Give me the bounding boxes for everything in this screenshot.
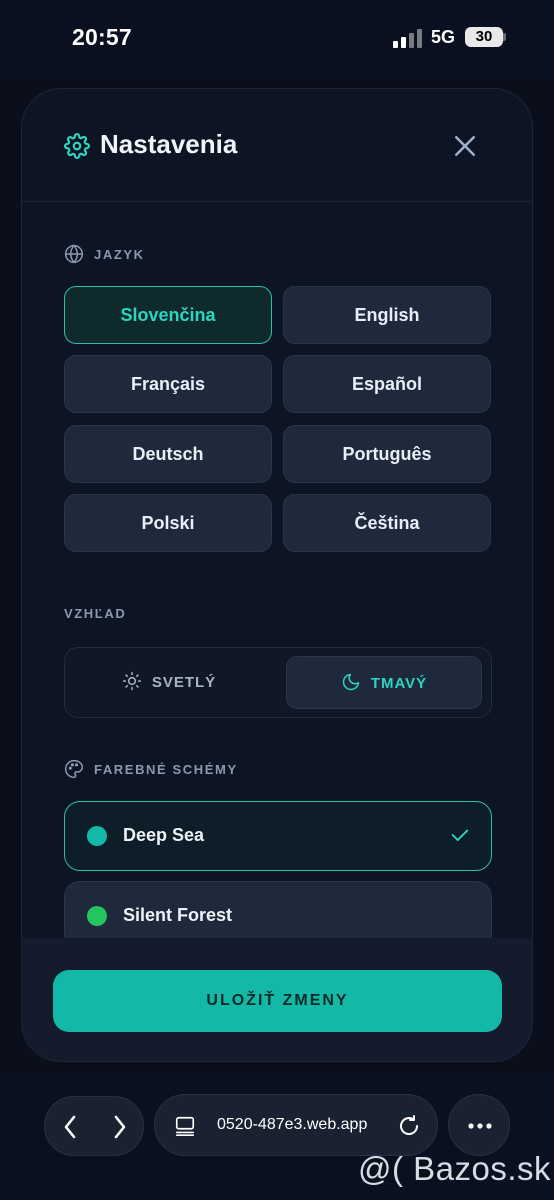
scheme-color-dot	[87, 826, 107, 846]
nav-buttons	[44, 1096, 144, 1156]
signal-icon	[393, 28, 423, 48]
settings-modal: Nastavenia JAZYK Slovenčina English Fran…	[21, 88, 533, 1062]
close-icon[interactable]	[450, 131, 480, 161]
language-option-deutsch[interactable]: Deutsch	[64, 425, 272, 483]
language-option-polski[interactable]: Polski	[64, 494, 272, 552]
scheme-name: Deep Sea	[123, 825, 205, 845]
language-option-slovencina[interactable]: Slovenčina	[64, 286, 272, 344]
modal-title: Nastavenia	[100, 129, 238, 159]
back-icon[interactable]	[45, 1097, 95, 1157]
theme-light-label: SVETLÝ	[151, 674, 217, 691]
moon-icon	[342, 673, 360, 691]
address-bar[interactable]: 0520-487e3.web.app	[154, 1094, 438, 1156]
globe-icon	[64, 244, 84, 264]
language-option-english[interactable]: English	[283, 286, 491, 344]
gear-icon	[64, 133, 90, 159]
network-label: 5G	[431, 27, 456, 47]
more-button[interactable]	[448, 1094, 510, 1156]
sun-icon	[122, 671, 141, 691]
color-schemes-section-label: FAREBNÉ SCHÉMY	[94, 762, 238, 777]
modal-header: Nastavenia	[22, 89, 532, 202]
more-icon	[468, 1123, 492, 1129]
theme-toggle: SVETLÝ TMAVÝ	[64, 647, 492, 718]
check-icon	[451, 829, 469, 841]
appearance-section-label: VZHĽAD	[64, 606, 127, 621]
battery-icon: 30	[465, 27, 503, 47]
theme-dark-button[interactable]: TMAVÝ	[286, 656, 482, 709]
language-section-label: JAZYK	[94, 247, 145, 262]
reload-icon[interactable]	[397, 1114, 421, 1138]
scheme-option-deep-sea[interactable]: Deep Sea	[64, 801, 492, 871]
theme-light-button[interactable]: SVETLÝ	[71, 656, 267, 709]
scheme-color-dot	[87, 906, 107, 926]
tabs-icon[interactable]	[174, 1115, 196, 1137]
save-button[interactable]: ULOŽIŤ ZMENY	[53, 970, 502, 1032]
status-bar: 20:57 5G 30	[0, 0, 554, 76]
url-text: 0520-487e3.web.app	[217, 1116, 368, 1133]
language-option-cestina[interactable]: Čeština	[283, 494, 491, 552]
scheme-name: Silent Forest	[123, 905, 233, 925]
forward-icon[interactable]	[95, 1097, 145, 1157]
watermark: @( Bazos.sk	[358, 1150, 552, 1187]
language-option-portugues[interactable]: Português	[283, 425, 491, 483]
palette-icon	[65, 759, 84, 779]
theme-dark-label: TMAVÝ	[370, 675, 428, 692]
status-time: 20:57	[72, 24, 132, 50]
modal-footer: ULOŽIŤ ZMENY	[22, 938, 532, 1061]
language-option-francais[interactable]: Français	[64, 355, 272, 413]
language-option-espanol[interactable]: Español	[283, 355, 491, 413]
